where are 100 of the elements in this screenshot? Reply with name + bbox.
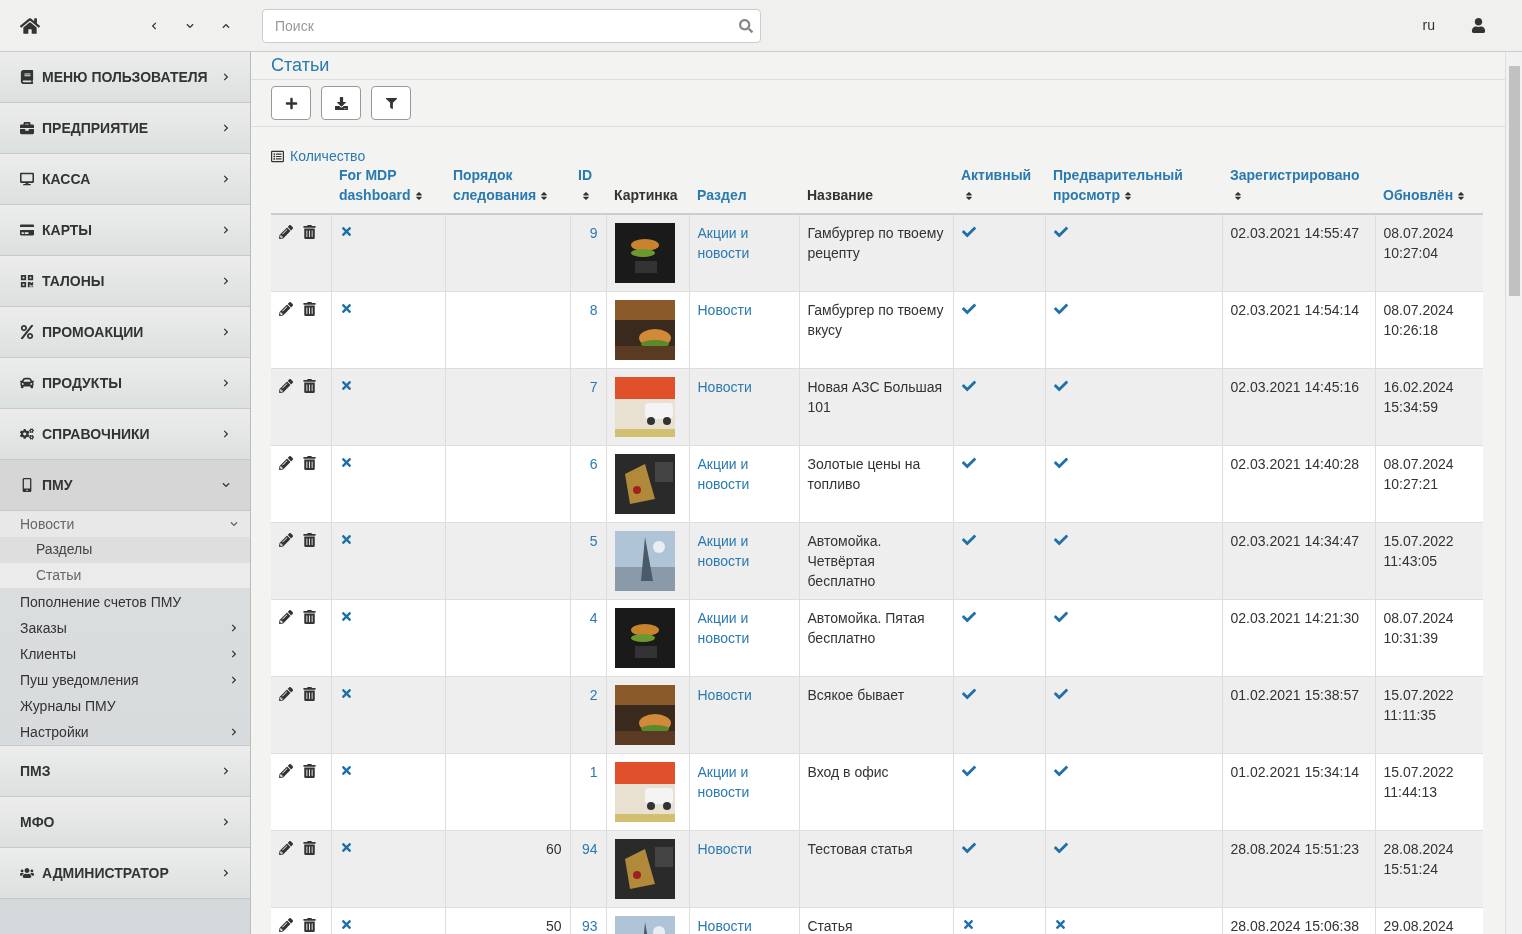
column-header[interactable]: Зарегистрировано	[1222, 165, 1375, 214]
sidebar-section[interactable]: МФО	[0, 797, 250, 848]
section-label: ТАЛОНЫ	[42, 271, 106, 291]
language-selector[interactable]: ru	[1422, 15, 1435, 36]
edit-icon[interactable]	[279, 378, 293, 393]
download-button[interactable]	[321, 86, 361, 120]
id-link[interactable]: 8	[589, 301, 598, 318]
column-header[interactable]: Раздел	[689, 165, 799, 214]
sidebar-item[interactable]: Пуш уведомления	[0, 667, 250, 693]
search-field[interactable]: Поиск	[262, 8, 761, 43]
section-link[interactable]: Акции и новости	[697, 607, 791, 648]
sidebar-item[interactable]: Заказы	[0, 615, 250, 641]
section-link[interactable]: Акции и новости	[697, 530, 791, 571]
chevron-right-icon	[222, 430, 230, 438]
edit-icon[interactable]	[279, 609, 293, 624]
sidebar-item[interactable]: Статьи	[0, 563, 250, 589]
sidebar-section[interactable]: ПРЕДПРИЯТИЕ	[0, 103, 250, 154]
sidebar-section[interactable]: ПРОМОАКЦИИ	[0, 307, 250, 358]
sidebar-item[interactable]: Журналы ПМУ	[0, 693, 250, 719]
trash-icon[interactable]	[303, 917, 316, 932]
sidebar-item[interactable]: Настройки	[0, 719, 250, 745]
section-link[interactable]: Акции и новости	[697, 223, 791, 263]
section-link[interactable]: Новости	[697, 838, 791, 859]
trash-icon[interactable]	[303, 840, 316, 855]
trash-icon[interactable]	[303, 609, 316, 624]
edit-icon[interactable]	[279, 763, 293, 778]
sidebar-section[interactable]: ПРОДУКТЫ	[0, 358, 250, 409]
search-icon[interactable]	[739, 18, 753, 33]
sort-icon[interactable]	[540, 191, 549, 202]
table-cell: 02.03.2021 14:21:30	[1230, 609, 1359, 626]
chevron-right-icon	[222, 226, 230, 234]
column-header[interactable]: Активный	[953, 165, 1045, 214]
id-link[interactable]: 5	[589, 532, 598, 549]
trash-icon[interactable]	[303, 225, 316, 239]
section-label: АДМИНИСТРАТОР	[42, 863, 170, 883]
column-header[interactable]: ID	[570, 165, 606, 214]
chevron-left-icon[interactable]	[150, 21, 158, 30]
edit-icon[interactable]	[279, 532, 293, 547]
id-link[interactable]: 2	[589, 686, 598, 703]
sidebar-section[interactable]: СПРАВОЧНИКИ	[0, 409, 250, 460]
trash-icon[interactable]	[303, 455, 316, 470]
chevron-down-icon[interactable]	[186, 21, 194, 30]
briefcase-icon	[20, 121, 34, 135]
section-link[interactable]: Новости	[697, 915, 791, 934]
edit-icon[interactable]	[279, 686, 293, 701]
sort-icon[interactable]	[414, 191, 423, 202]
trash-icon[interactable]	[303, 532, 316, 547]
count-link[interactable]: Количество	[290, 145, 366, 167]
column-header[interactable]: For MDP dashboard	[331, 165, 445, 214]
sidebar-section[interactable]: КАРТЫ	[0, 205, 250, 256]
sort-icon[interactable]	[1123, 191, 1132, 202]
sidebar-section[interactable]: МЕНЮ ПОЛЬЗОВАТЕЛЯ	[0, 52, 250, 103]
sort-icon[interactable]	[1457, 191, 1466, 202]
home-icon[interactable]	[20, 15, 40, 36]
filter-button[interactable]	[371, 86, 411, 120]
sort-icon[interactable]	[1234, 191, 1242, 202]
section-link[interactable]: Новости	[697, 376, 791, 397]
column-header[interactable]: Предварительный просмотр	[1045, 165, 1222, 214]
edit-icon[interactable]	[279, 917, 293, 932]
sidebar-item[interactable]: Пополнение счетов ПМУ	[0, 589, 250, 615]
column-header: Картинка	[606, 165, 689, 214]
sidebar-item[interactable]: Клиенты	[0, 641, 250, 667]
gears-icon	[20, 427, 34, 441]
add-button[interactable]	[271, 86, 311, 120]
id-link[interactable]: 7	[589, 378, 598, 395]
chevron-right-icon	[230, 728, 238, 736]
edit-icon[interactable]	[279, 840, 293, 855]
user-icon[interactable]	[1471, 18, 1486, 33]
trash-icon[interactable]	[303, 763, 316, 778]
section-link[interactable]: Новости	[697, 299, 791, 320]
sidebar-section[interactable]: ТАЛОНЫ	[0, 256, 250, 307]
section-link[interactable]: Акции и новости	[697, 453, 791, 494]
chevron-up-icon[interactable]	[222, 21, 230, 30]
trash-icon[interactable]	[303, 686, 316, 701]
section-label: ПРЕДПРИЯТИЕ	[42, 118, 150, 138]
table-cell: 28.08.2024 15:51:24	[1375, 830, 1483, 907]
trash-icon[interactable]	[303, 378, 316, 393]
edit-icon[interactable]	[279, 225, 293, 239]
id-link[interactable]: 1	[589, 763, 598, 780]
sort-icon[interactable]	[965, 191, 973, 202]
section-link[interactable]: Новости	[697, 684, 791, 705]
scrollbar[interactable]	[1505, 52, 1522, 934]
column-header[interactable]: Обновлён	[1375, 165, 1483, 214]
id-link[interactable]: 9	[589, 225, 598, 241]
trash-icon[interactable]	[303, 301, 316, 316]
sidebar-section[interactable]: КАССА	[0, 154, 250, 205]
id-link[interactable]: 6	[589, 455, 598, 472]
sidebar-section[interactable]: ПМЗ	[0, 746, 250, 797]
id-link[interactable]: 94	[581, 840, 598, 857]
edit-icon[interactable]	[279, 301, 293, 316]
chevron-right-icon	[222, 767, 230, 775]
sidebar-section[interactable]: АДМИНИСТРАТОР	[0, 848, 250, 899]
id-link[interactable]: 93	[581, 917, 598, 934]
sidebar-section[interactable]: ПМУ	[0, 460, 250, 511]
sidebar-item[interactable]: Новости	[0, 511, 250, 537]
column-header[interactable]: Порядок следования	[445, 165, 570, 214]
id-link[interactable]: 4	[589, 609, 598, 626]
sort-icon[interactable]	[582, 191, 590, 202]
section-link[interactable]: Акции и новости	[697, 761, 791, 802]
edit-icon[interactable]	[279, 455, 293, 470]
